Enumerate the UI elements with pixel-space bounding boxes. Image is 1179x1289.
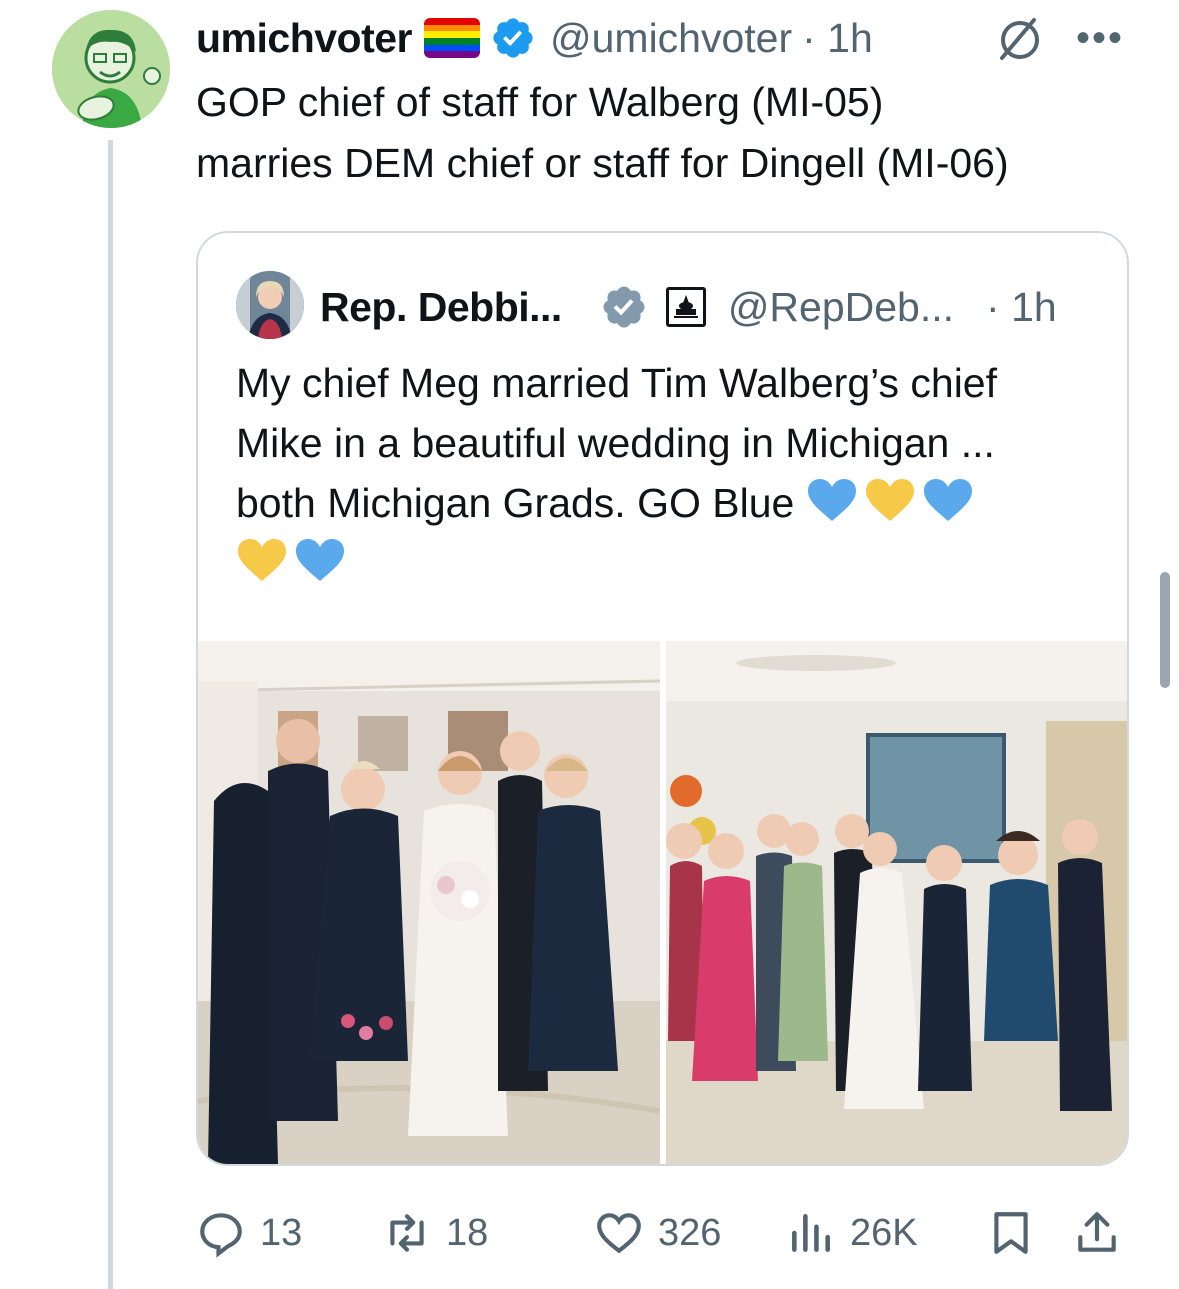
wedding-photo-left[interactable]: [198, 641, 660, 1164]
bookmark-icon: [994, 1212, 1028, 1254]
repost-icon: [390, 1214, 424, 1252]
verified-badge-icon: [493, 18, 533, 58]
repost-count: 18: [446, 1211, 489, 1254]
post-header: umichvoter @umichvoter · 1h: [196, 10, 873, 66]
reply-icon: [200, 1213, 242, 1258]
blue-heart-icon: [807, 479, 856, 521]
quoted-post-text: My chief Meg married Tim Walberg’s chief…: [236, 353, 1106, 593]
views-button[interactable]: 26K: [786, 1196, 918, 1270]
yellow-heart-icon: [238, 539, 286, 581]
post-text-line: marries DEM chief or staff for Dingell (…: [196, 140, 1009, 186]
wedding-photo-right[interactable]: [666, 641, 1127, 1164]
author-name[interactable]: umichvoter: [196, 15, 413, 62]
noise-icon[interactable]: [994, 14, 1046, 66]
blue-heart-icon: [296, 539, 344, 581]
quoted-author-avatar[interactable]: [236, 271, 304, 339]
quoted-author-handle[interactable]: @RepDeb...: [728, 284, 954, 331]
post-time[interactable]: · 1h: [802, 15, 873, 62]
quoted-post-time[interactable]: · 1h: [986, 284, 1057, 331]
author-handle[interactable]: @umichvoter: [550, 15, 792, 62]
bookmark-button[interactable]: [986, 1196, 1050, 1270]
quoted-author-name[interactable]: Rep. Debbi...: [320, 284, 562, 331]
action-bar: 13 18 326 26K: [196, 1196, 1126, 1270]
post-text: GOP chief of staff for Walberg (MI-05) m…: [196, 72, 1156, 194]
yellow-heart-icon: [865, 479, 914, 521]
like-icon: [597, 1213, 641, 1254]
quoted-post[interactable]: Rep. Debbi... @RepDeb... · 1h My chief M…: [196, 231, 1129, 1166]
share-icon: [1078, 1212, 1116, 1252]
thread-line: [108, 140, 113, 1289]
views-count: 26K: [850, 1211, 918, 1254]
views-icon: [792, 1214, 830, 1252]
verified-badge-icon: [603, 286, 645, 328]
scrollbar[interactable]: [1160, 572, 1170, 688]
share-button[interactable]: [1072, 1196, 1136, 1270]
like-count: 326: [658, 1211, 722, 1254]
author-avatar[interactable]: [52, 10, 170, 128]
quoted-text-line: Mike in a beautiful wedding in Michigan …: [236, 420, 995, 466]
quoted-text-line: My chief Meg married Tim Walberg’s chief: [236, 360, 998, 406]
more-icon[interactable]: •••: [1076, 16, 1124, 61]
quoted-text-line: both Michigan Grads. GO Blue: [236, 480, 795, 526]
blue-heart-icon: [923, 479, 972, 521]
reply-count: 13: [260, 1211, 303, 1254]
repost-button[interactable]: 18: [382, 1196, 488, 1270]
quoted-post-header: Rep. Debbi... @RepDeb... · 1h: [320, 279, 1057, 335]
reply-button[interactable]: 13: [196, 1196, 302, 1270]
rainbow-flag-icon: [424, 18, 480, 58]
post-text-line: GOP chief of staff for Walberg (MI-05): [196, 79, 884, 125]
like-button[interactable]: 326: [594, 1196, 721, 1270]
government-badge-icon: [665, 287, 706, 327]
